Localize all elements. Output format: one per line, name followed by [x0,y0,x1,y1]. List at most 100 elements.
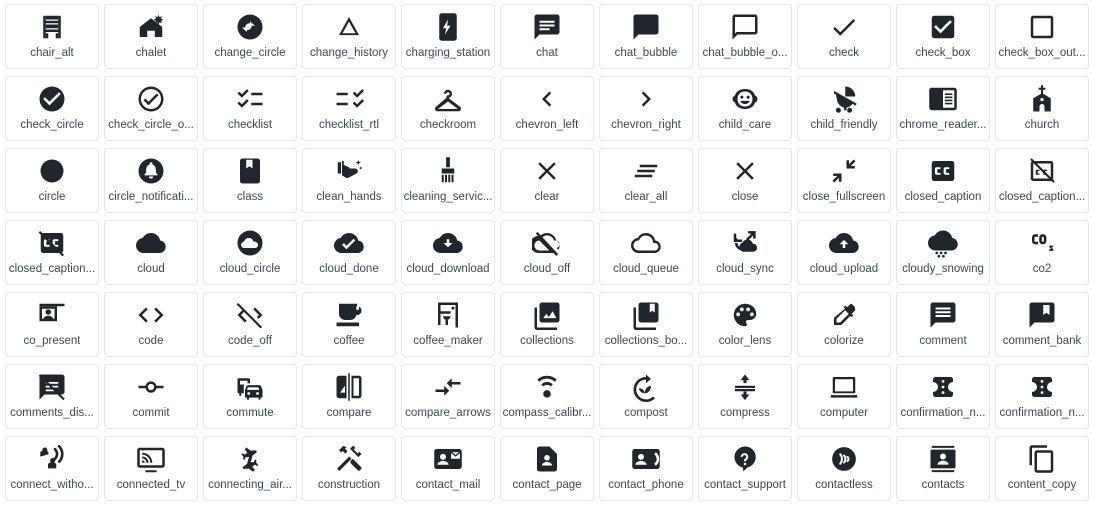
icon-card[interactable]: chevron_left [500,76,594,141]
icon-card[interactable]: checkroom [401,76,495,141]
icon-card[interactable]: check_circle_o... [104,76,198,141]
icon-card[interactable]: check_box [896,4,990,69]
icon-card[interactable]: checklist_rtl [302,76,396,141]
icon-label: clear [534,191,560,203]
icon-card[interactable]: contact_phone [599,436,693,501]
icon-label: chat_bubble [614,47,678,59]
icon-card[interactable]: comment [896,292,990,357]
icon-card[interactable]: construction [302,436,396,501]
icon-card[interactable]: church [995,76,1089,141]
icon-card[interactable]: collections [500,292,594,357]
icon-card[interactable]: child_friendly [797,76,891,141]
icon-card[interactable]: comments_dis... [5,364,99,429]
icon-card[interactable]: closed_caption... [5,220,99,285]
icon-card[interactable]: check_circle [5,76,99,141]
icon-card[interactable]: closed_caption [896,148,990,213]
icon-card[interactable]: computer [797,364,891,429]
circle-notifications-icon [134,154,168,188]
icon-card[interactable]: connected_tv [104,436,198,501]
icon-label: clean_hands [316,191,382,203]
icon-label: child_friendly [810,119,878,131]
icon-card[interactable]: cloud_done [302,220,396,285]
close-icon [728,154,762,188]
icon-card[interactable]: color_lens [698,292,792,357]
colorize-icon [827,298,861,332]
icon-label: compress [720,407,770,419]
icon-card[interactable]: contact_mail [401,436,495,501]
chalet-icon [134,10,168,44]
icon-label: change_history [310,47,388,59]
icon-card[interactable]: chrome_reader... [896,76,990,141]
icon-card[interactable]: closed_caption... [995,148,1089,213]
icon-card[interactable]: compress [698,364,792,429]
icon-card[interactable]: cloud_sync [698,220,792,285]
icon-card[interactable]: charging_station [401,4,495,69]
icon-card[interactable]: confirmation_n... [896,364,990,429]
icon-card[interactable]: contacts [896,436,990,501]
icon-card[interactable]: chevron_right [599,76,693,141]
icon-card[interactable]: connect_witho... [5,436,99,501]
icon-card[interactable]: compost [599,364,693,429]
icon-card[interactable]: co2 [995,220,1089,285]
icon-card[interactable]: change_circle [203,4,297,69]
icon-card[interactable]: change_history [302,4,396,69]
icon-label: class [236,191,264,203]
icon-card[interactable]: child_care [698,76,792,141]
icon-card[interactable]: co_present [5,292,99,357]
icon-card[interactable]: cloudy_snowing [896,220,990,285]
icon-card[interactable]: chat_bubble [599,4,693,69]
icon-card[interactable]: coffee_maker [401,292,495,357]
icon-card[interactable]: chalet [104,4,198,69]
icon-card[interactable]: cloud_queue [599,220,693,285]
chat-bubble-outline-icon [728,10,762,44]
icon-label: compass_calibr... [502,407,592,419]
icon-card[interactable]: cloud [104,220,198,285]
icon-card[interactable]: connecting_air... [203,436,297,501]
icon-card[interactable]: comment_bank [995,292,1089,357]
icon-card[interactable]: confirmation_n... [995,364,1089,429]
icon-card[interactable]: contact_support [698,436,792,501]
icon-card[interactable]: contact_page [500,436,594,501]
icon-card[interactable]: compare [302,364,396,429]
icon-card[interactable]: contactless [797,436,891,501]
icon-label: contact_phone [608,479,684,491]
icon-card[interactable]: chat_bubble_o... [698,4,792,69]
icon-card[interactable]: cleaning_servic... [401,148,495,213]
icon-card[interactable]: cloud_upload [797,220,891,285]
icon-card[interactable]: code [104,292,198,357]
icon-label: cloud_done [319,263,379,275]
icon-card[interactable]: clean_hands [302,148,396,213]
icon-card[interactable]: clear [500,148,594,213]
icon-card[interactable]: check_box_out... [995,4,1089,69]
icon-card[interactable]: cloud_off [500,220,594,285]
icon-card[interactable]: code_off [203,292,297,357]
icon-card[interactable]: circle_notificati... [104,148,198,213]
icon-card[interactable]: check [797,4,891,69]
check-circle-icon [35,82,69,116]
icon-card[interactable]: commit [104,364,198,429]
icon-card[interactable]: compass_calibr... [500,364,594,429]
icon-label: cloud_circle [219,263,281,275]
icon-card[interactable]: circle [5,148,99,213]
icon-card[interactable]: compare_arrows [401,364,495,429]
icon-card[interactable]: colorize [797,292,891,357]
icon-card[interactable]: chat [500,4,594,69]
icon-card[interactable]: close_fullscreen [797,148,891,213]
icon-card[interactable]: cloud_circle [203,220,297,285]
icon-card[interactable]: close [698,148,792,213]
icon-label: connected_tv [116,479,186,491]
icon-label: color_lens [718,335,772,347]
icon-card[interactable]: coffee [302,292,396,357]
icon-card[interactable]: collections_bo... [599,292,693,357]
icon-card[interactable]: clear_all [599,148,693,213]
icon-card[interactable]: cloud_download [401,220,495,285]
icon-card[interactable]: content_copy [995,436,1089,501]
icon-card[interactable]: commute [203,364,297,429]
icon-card[interactable]: class [203,148,297,213]
icon-label: check_circle [20,119,84,131]
icon-card[interactable]: checklist [203,76,297,141]
icon-card[interactable]: chair_alt [5,4,99,69]
coffee-icon [332,298,366,332]
icon-label: compare [326,407,372,419]
chair-alt-icon [35,10,69,44]
